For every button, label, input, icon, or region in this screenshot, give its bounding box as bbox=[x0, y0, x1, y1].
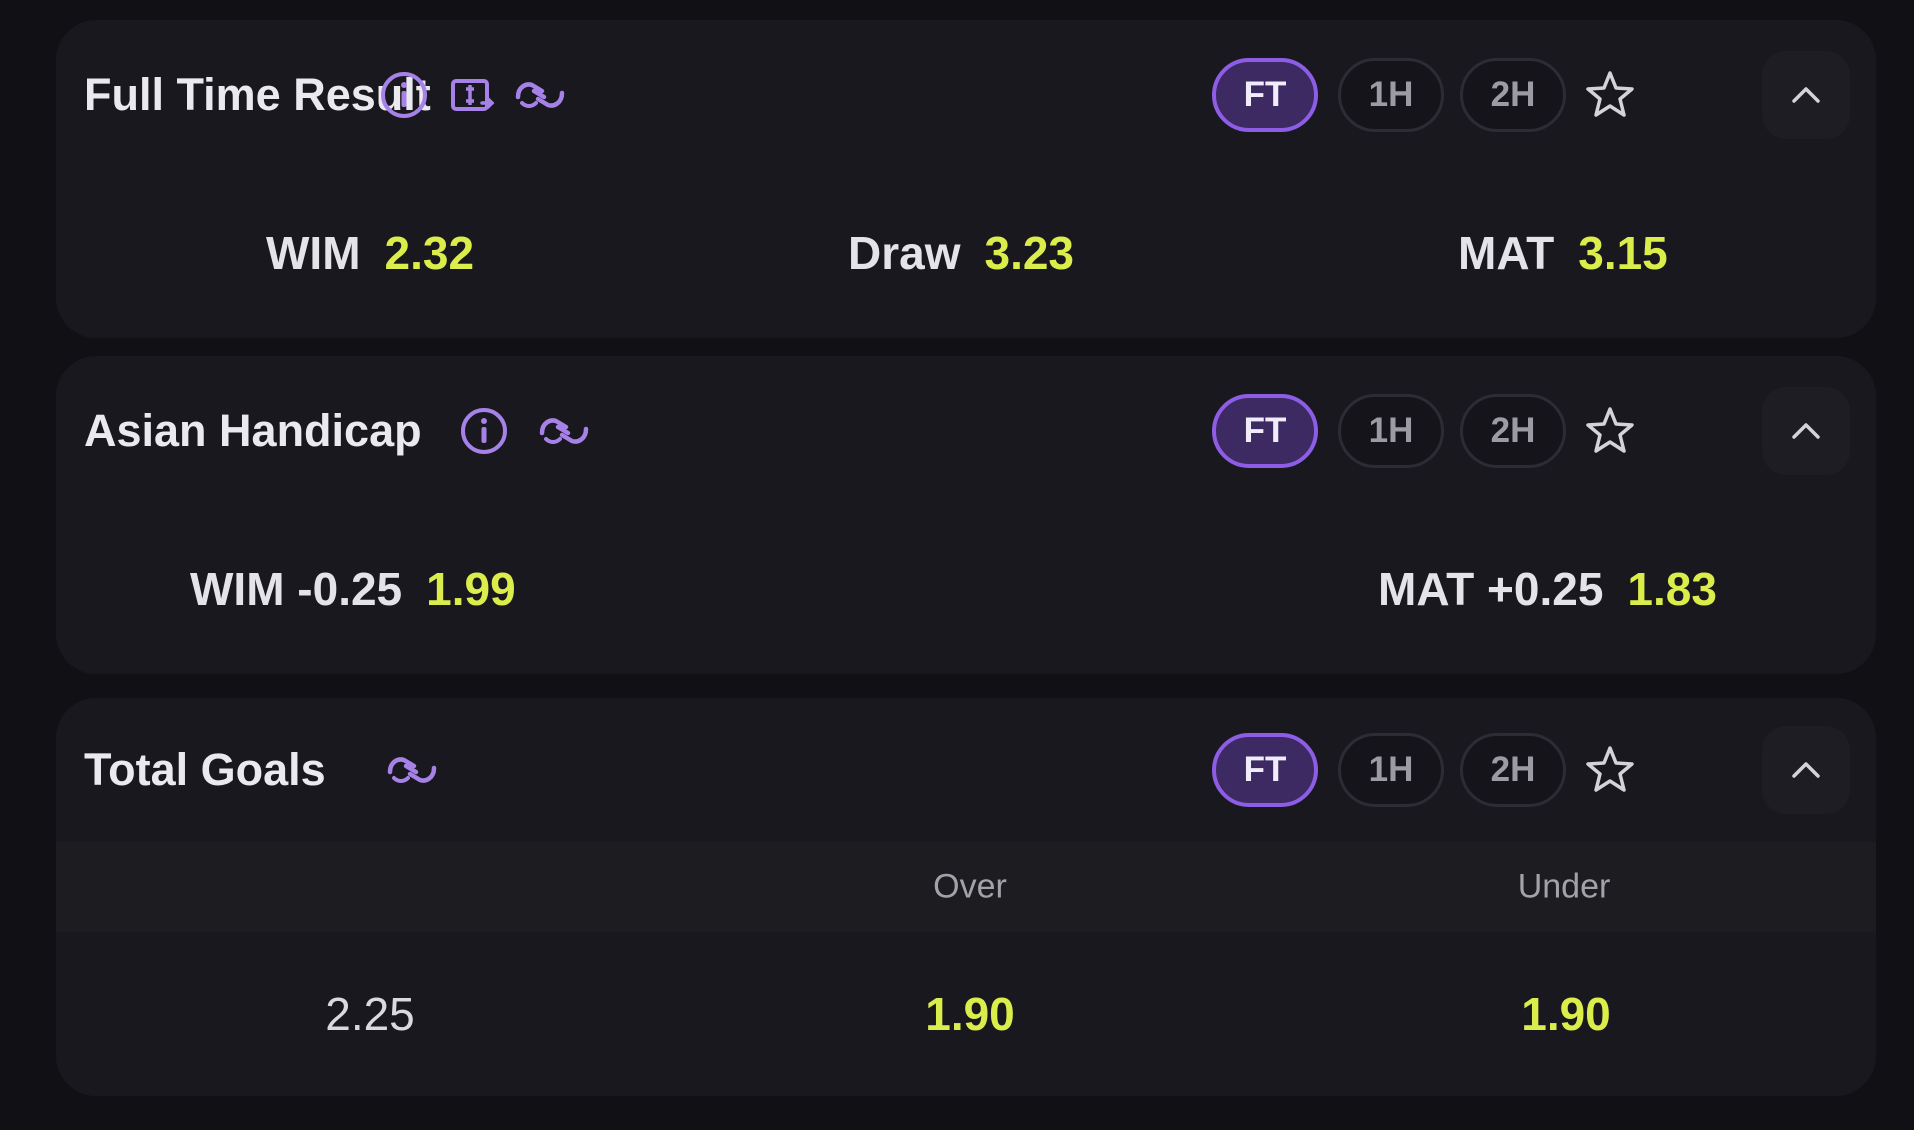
market-card-asian-handicap: Asian Handicap FT 1H 2H WIM -0.25 1.99 M… bbox=[56, 356, 1876, 674]
info-icon[interactable] bbox=[456, 403, 512, 459]
favorite-star-icon[interactable] bbox=[1580, 401, 1640, 461]
collapse-button[interactable] bbox=[1762, 387, 1850, 475]
outcome-button-home-handicap[interactable]: WIM -0.25 1.99 bbox=[190, 562, 516, 616]
chevron-up-icon bbox=[1792, 762, 1820, 778]
outcome-odds: 1.83 bbox=[1627, 563, 1717, 615]
info-icon[interactable] bbox=[376, 67, 432, 123]
cash-out-icon[interactable] bbox=[444, 67, 500, 123]
market-card-full-time-result: Full Time Result FT 1H 2H WIM 2.32 Draw … bbox=[56, 20, 1876, 338]
chevron-up-icon bbox=[1792, 423, 1820, 439]
collapse-button[interactable] bbox=[1762, 726, 1850, 814]
outcome-odds: 3.23 bbox=[984, 227, 1075, 279]
bet-builder-icon[interactable] bbox=[512, 67, 568, 123]
market-card-total-goals: Total Goals FT 1H 2H Over Under 2.25 1.9… bbox=[56, 698, 1876, 1096]
markets-page: Full Time Result FT 1H 2H WIM 2.32 Draw … bbox=[0, 0, 1914, 1130]
outcome-label: MAT bbox=[1458, 227, 1555, 279]
outcome-odds: 3.15 bbox=[1578, 227, 1668, 279]
outcome-button-away[interactable]: MAT 3.15 bbox=[1458, 226, 1668, 280]
column-header-under: Under bbox=[1517, 867, 1611, 906]
favorite-star-icon[interactable] bbox=[1580, 65, 1640, 125]
market-header[interactable]: Asian Handicap FT 1H 2H bbox=[56, 356, 1876, 506]
outcome-label: Draw bbox=[848, 227, 961, 279]
market-title: Asian Handicap bbox=[84, 405, 422, 456]
period-tab-2h[interactable]: 2H bbox=[1460, 733, 1566, 807]
market-title: Total Goals bbox=[84, 744, 326, 795]
outcome-label: MAT +0.25 bbox=[1378, 563, 1604, 615]
outcome-label: WIM bbox=[266, 227, 361, 279]
outcome-button-away-handicap[interactable]: MAT +0.25 1.83 bbox=[1378, 562, 1717, 616]
market-header[interactable]: Full Time Result FT 1H 2H bbox=[56, 20, 1876, 170]
over-odds-button[interactable]: 1.90 bbox=[925, 987, 1015, 1041]
period-tab-ft[interactable]: FT bbox=[1212, 394, 1318, 468]
favorite-star-icon[interactable] bbox=[1580, 740, 1640, 800]
period-tab-1h[interactable]: 1H bbox=[1338, 58, 1444, 132]
period-tab-2h[interactable]: 2H bbox=[1460, 58, 1566, 132]
period-tab-1h[interactable]: 1H bbox=[1338, 394, 1444, 468]
outcome-button-draw[interactable]: Draw 3.23 bbox=[848, 226, 1074, 280]
under-odds-button[interactable]: 1.90 bbox=[1521, 987, 1611, 1041]
outcome-button-home[interactable]: WIM 2.32 bbox=[266, 226, 474, 280]
period-tab-ft[interactable]: FT bbox=[1212, 733, 1318, 807]
goal-line-value: 2.25 bbox=[325, 988, 415, 1040]
total-goals-column-header: Over Under bbox=[56, 842, 1876, 932]
period-tab-1h[interactable]: 1H bbox=[1338, 733, 1444, 807]
column-header-over: Over bbox=[933, 867, 1007, 906]
chevron-up-icon bbox=[1792, 87, 1820, 103]
collapse-button[interactable] bbox=[1762, 51, 1850, 139]
outcome-odds: 2.32 bbox=[384, 227, 475, 279]
market-header[interactable]: Total Goals FT 1H 2H bbox=[56, 698, 1876, 842]
outcome-odds: 1.99 bbox=[426, 563, 516, 615]
period-tab-2h[interactable]: 2H bbox=[1460, 394, 1566, 468]
period-tab-ft[interactable]: FT bbox=[1212, 58, 1318, 132]
bet-builder-icon[interactable] bbox=[384, 742, 440, 798]
outcome-label: WIM -0.25 bbox=[190, 563, 403, 615]
bet-builder-icon[interactable] bbox=[536, 403, 592, 459]
